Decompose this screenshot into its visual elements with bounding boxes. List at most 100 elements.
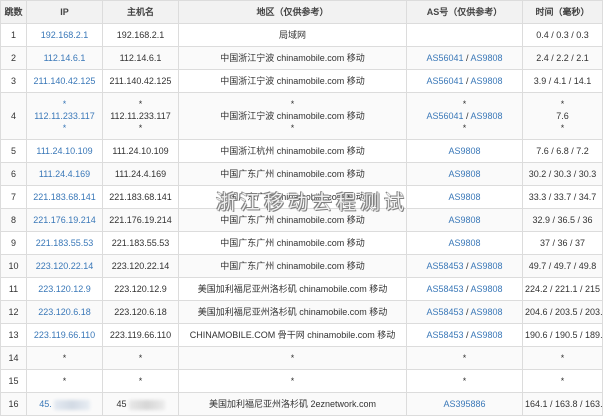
host-cell: 223.120.22.14 (102, 254, 179, 278)
as-link[interactable]: AS9808 (471, 284, 503, 294)
hop-cell: 13 (0, 323, 27, 347)
hop-cell: 2 (0, 46, 27, 70)
location-cell: 局域网 (178, 23, 407, 47)
ip-cell: 211.140.42.125 (26, 69, 103, 93)
hop-cell: 4 (0, 92, 27, 140)
ip-cell: * (26, 346, 103, 370)
redacted-ip-blur (53, 399, 90, 410)
ip-link[interactable]: 111.24.4.169 (39, 169, 90, 179)
as-link[interactable]: AS9808 (471, 307, 503, 317)
as-cell: AS9808 (406, 231, 523, 255)
time-cell: * 7.6 * (522, 92, 603, 140)
table-row: 9 221.183.55.53 221.183.55.53 中国广东广州 chi… (0, 231, 603, 255)
location-line: * (290, 123, 295, 133)
as-link[interactable]: AS9808 (448, 215, 480, 225)
ip-link[interactable]: 221.183.68.141 (33, 192, 96, 202)
as-cell: * AS56041 / AS9808 * (406, 92, 523, 140)
host-cell: 211.140.42.125 (102, 69, 179, 93)
time-cell: 190.6 / 190.5 / 189.7 (522, 323, 603, 347)
col-header-as: AS号（仅供参考） (406, 0, 523, 24)
as-cell: AS58453 / AS9808 (406, 254, 523, 278)
as-link[interactable]: AS9808 (471, 76, 503, 86)
table-row: 8 221.176.19.214 221.176.19.214 中国广东广州 c… (0, 208, 603, 232)
host-cell: 112.14.6.1 (102, 46, 179, 70)
as-link[interactable]: AS9808 (471, 261, 503, 271)
host-cell: * (102, 369, 179, 393)
as-link[interactable]: AS9808 (471, 330, 503, 340)
as-link[interactable]: AS395886 (443, 399, 485, 409)
location-cell: 中国广东广州 chinamobile.com 移动 (178, 231, 407, 255)
host-cell: 221.183.68.141 (102, 185, 179, 209)
ip-cell: * 112.11.233.117 * (26, 92, 103, 140)
time-cell: 164.1 / 163.8 / 163.9 (522, 392, 603, 416)
hop-cell: 10 (0, 254, 27, 278)
ip-link[interactable]: 112.14.6.1 (44, 53, 86, 63)
time-cell: * (522, 369, 603, 393)
as-link[interactable]: AS56041 (426, 53, 463, 63)
ip-link[interactable]: 221.176.19.214 (33, 215, 96, 225)
location-cell: 中国浙江杭州 chinamobile.com 移动 (178, 139, 407, 163)
as-cell: AS9808 (406, 185, 523, 209)
table-row: 4 * 112.11.233.117 * * 112.11.233.117 * … (0, 92, 603, 140)
as-link[interactable]: AS9808 (448, 238, 480, 248)
ip-link[interactable]: 221.183.55.53 (36, 238, 94, 248)
host-cell: 221.176.19.214 (102, 208, 179, 232)
time-cell: 32.9 / 36.5 / 36 (522, 208, 603, 232)
as-cell (406, 23, 523, 47)
ip-link[interactable]: 223.120.22.14 (36, 261, 94, 271)
as-link[interactable]: AS58453 (426, 284, 463, 294)
ip-link[interactable]: 111.24.10.109 (36, 146, 92, 156)
time-cell: 7.6 / 6.8 / 7.2 (522, 139, 603, 163)
table-row: 10 223.120.22.14 223.120.22.14 中国广东广州 ch… (0, 254, 603, 278)
ip-link[interactable]: 223.120.12.9 (38, 284, 91, 294)
as-cell: * (406, 369, 523, 393)
ip-link[interactable]: 112.11.233.117 (29, 110, 100, 122)
ip-cell: 223.119.66.110 (26, 323, 103, 347)
location-cell: * (178, 369, 407, 393)
ip-link[interactable]: 211.140.42.125 (34, 76, 96, 86)
as-link[interactable]: AS58453 (426, 330, 463, 340)
ip-cell: 111.24.4.169 (26, 162, 103, 186)
as-cell: AS9808 (406, 162, 523, 186)
as-link[interactable]: AS9808 (471, 53, 503, 63)
as-link[interactable]: AS56041 (426, 111, 463, 121)
as-cell: * (406, 346, 523, 370)
host-cell: 111.24.10.109 (102, 139, 179, 163)
ip-cell: 111.24.10.109 (26, 139, 103, 163)
ip-link[interactable]: * (29, 98, 100, 110)
as-cell: AS58453 / AS9808 (406, 277, 523, 301)
as-link[interactable]: AS58453 (426, 261, 463, 271)
host-cell: 111.24.4.169 (102, 162, 179, 186)
table-row: 14 * * * * * (0, 346, 603, 370)
time-cell: 33.3 / 33.7 / 34.7 (522, 185, 603, 209)
ip-link[interactable]: 192.168.2.1 (41, 30, 89, 40)
table-row: 3 211.140.42.125 211.140.42.125 中国浙江宁波 c… (0, 69, 603, 93)
time-cell: 30.2 / 30.3 / 30.3 (522, 162, 603, 186)
as-link[interactable]: AS9808 (448, 169, 480, 179)
table-row: 12 223.120.6.18 223.120.6.18 美国加利福尼亚州洛杉矶… (0, 300, 603, 324)
ip-link[interactable]: 45. (39, 399, 52, 409)
as-link[interactable]: AS56041 (426, 76, 463, 86)
location-cell: * 中国浙江宁波 chinamobile.com 移动 * (178, 92, 407, 140)
location-cell: 中国广东广州 chinamobile.com 移动 (178, 162, 407, 186)
table-row: 13 223.119.66.110 223.119.66.110 CHINAMO… (0, 323, 603, 347)
location-cell: 中国广东广州 chinamobile.com 移动 (178, 254, 407, 278)
table-row: 15 * * * * * (0, 369, 603, 393)
ip-cell: * (26, 369, 103, 393)
as-link[interactable]: AS9808 (448, 146, 480, 156)
host-cell: 221.183.55.53 (102, 231, 179, 255)
as-link[interactable]: AS9808 (471, 111, 503, 121)
hop-cell: 5 (0, 139, 27, 163)
ip-link[interactable]: * (29, 122, 100, 134)
ip-link[interactable]: 223.119.66.110 (34, 330, 95, 340)
host-cell: * 112.11.233.117 * (102, 92, 179, 140)
ip-link[interactable]: 223.120.6.18 (38, 307, 91, 317)
time-line: 7.6 (556, 111, 569, 121)
location-cell: 美国加利福尼亚州洛杉矶 chinamobile.com 移动 (178, 277, 407, 301)
as-cell: AS9808 (406, 139, 523, 163)
as-link[interactable]: AS58453 (426, 307, 463, 317)
hop-cell: 6 (0, 162, 27, 186)
as-cell: AS58453 / AS9808 (406, 323, 523, 347)
time-cell: 37 / 36 / 37 (522, 231, 603, 255)
as-link[interactable]: AS9808 (448, 192, 480, 202)
